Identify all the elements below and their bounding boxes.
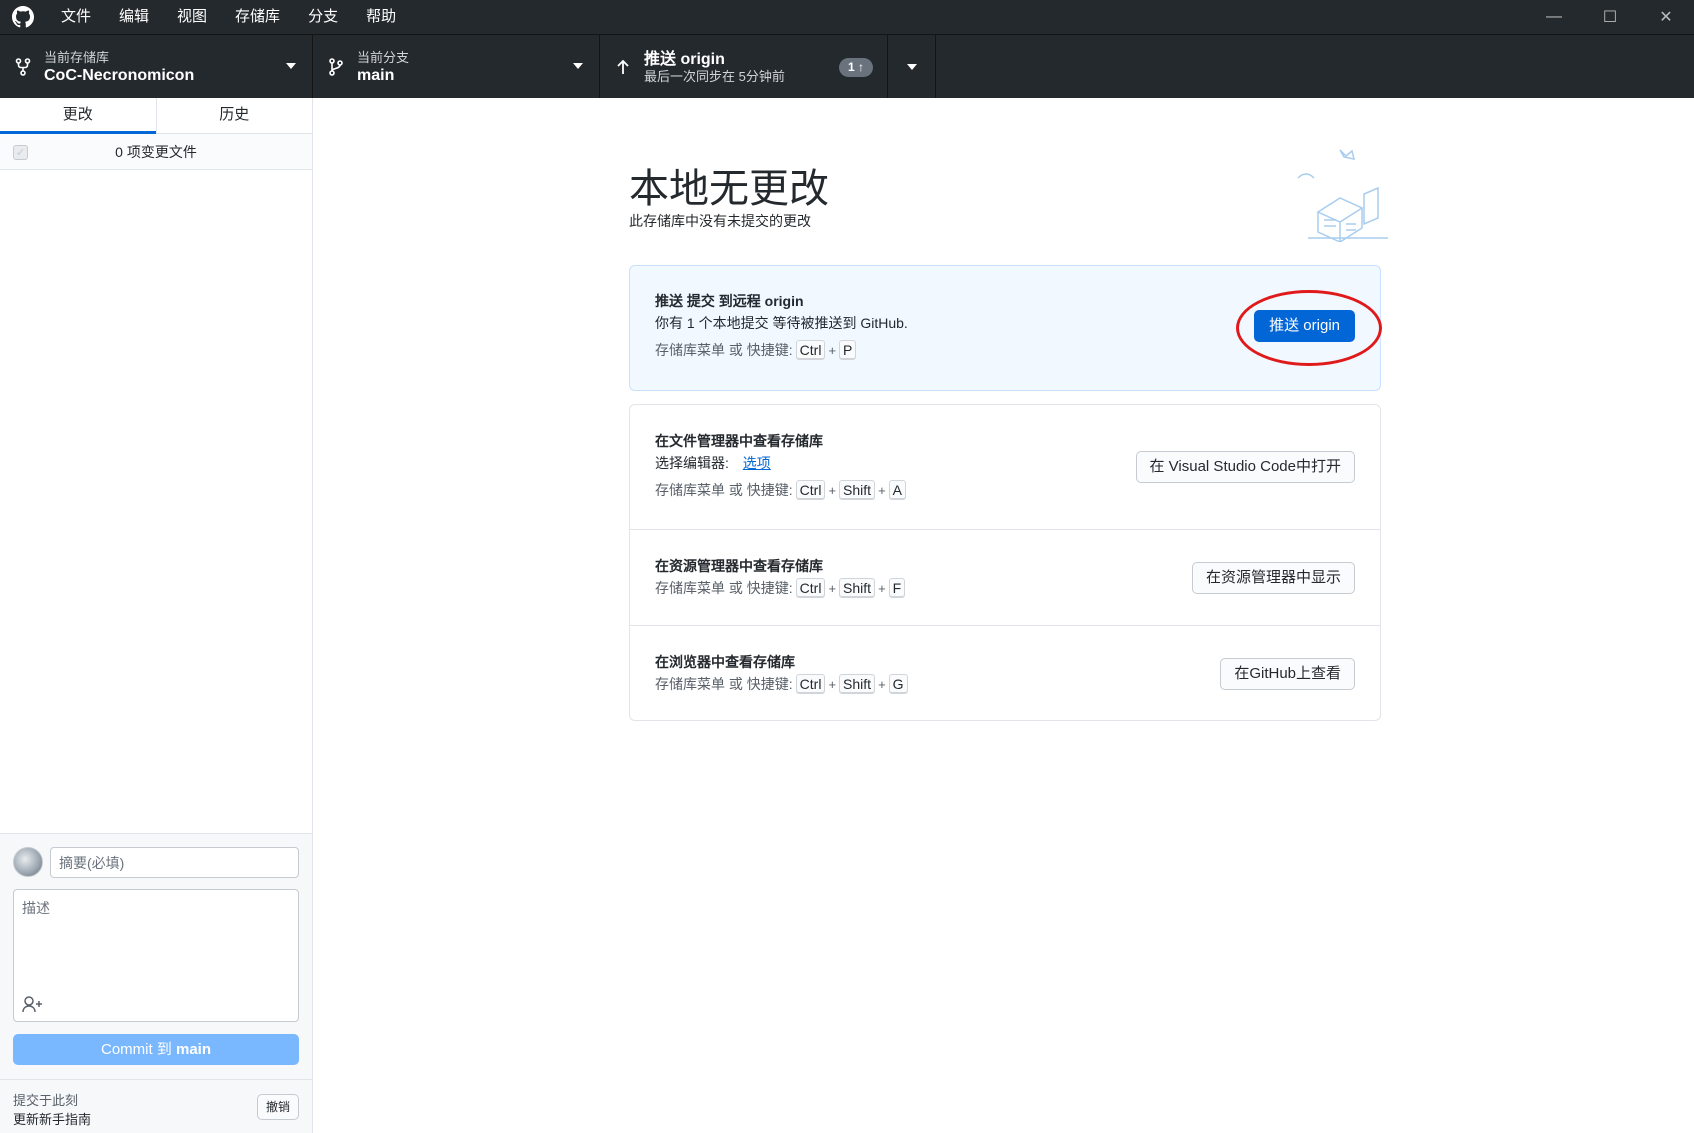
- menu-file[interactable]: 文件: [47, 0, 105, 34]
- open-in-vscode-button[interactable]: 在 Visual Studio Code中打开: [1135, 451, 1355, 483]
- description-placeholder: 描述: [22, 900, 50, 916]
- push-card-shortcut: 存储库菜单 或 快捷键: Ctrl + P: [655, 340, 859, 360]
- key-f: F: [888, 578, 906, 598]
- avatar: [13, 847, 43, 877]
- view-on-github-button[interactable]: 在GitHub上查看: [1220, 658, 1355, 690]
- current-branch-dropdown[interactable]: 当前分支 main: [313, 35, 600, 99]
- key-plus: +: [828, 676, 837, 692]
- main-panel: 本地无更改 此存储库中没有未提交的更改 推送 提交 到远程 origin 你有 …: [313, 98, 1694, 1133]
- push-more-dropdown[interactable]: [888, 35, 936, 99]
- repo-name: CoC-Necronomicon: [44, 66, 195, 84]
- explorer-row-title: 在资源管理器中查看存储库: [655, 558, 823, 574]
- push-card-title: 推送 提交 到远程 origin: [655, 293, 804, 309]
- current-repository-dropdown[interactable]: 当前存储库 CoC-Necronomicon: [0, 35, 313, 99]
- tab-history[interactable]: 历史: [155, 98, 313, 133]
- branch-icon: [327, 58, 345, 76]
- key-ctrl: Ctrl: [795, 578, 826, 598]
- show-in-explorer-button[interactable]: 在资源管理器中显示: [1191, 562, 1355, 594]
- branch-label: 当前分支: [357, 49, 410, 65]
- key-plus: +: [878, 676, 886, 692]
- push-origin-toolbar-button[interactable]: 推送 origin 最后一次同步在 5分钟前 1 ↑: [600, 35, 888, 99]
- shortcut-prefix: 存储库菜单 或 快捷键:: [655, 342, 793, 358]
- browser-row-title: 在浏览器中查看存储库: [655, 654, 795, 670]
- editor-desc-prefix: 选择编辑器:: [655, 455, 729, 471]
- add-coauthor-icon[interactable]: [22, 995, 44, 1013]
- commit-area: 描述 Commit 到 main: [0, 833, 312, 1079]
- key-g: G: [888, 674, 908, 694]
- key-plus: +: [828, 342, 837, 358]
- arrow-up-icon: [614, 59, 632, 75]
- editor-row-description: 选择编辑器: 选项: [655, 453, 771, 473]
- caret-down-icon: [286, 63, 296, 69]
- summary-input[interactable]: [50, 847, 299, 878]
- open-in-editor-row: 在文件管理器中查看存储库 选择编辑器: 选项 存储库菜单 或 快捷键: Ctrl…: [630, 405, 1380, 530]
- github-logo-icon: [11, 5, 35, 29]
- sidebar-tabs: 更改 历史: [0, 98, 312, 134]
- menu-branch[interactable]: 分支: [294, 0, 352, 34]
- changes-header: ✓ 0 项变更文件: [0, 134, 312, 170]
- ahead-count-badge: 1 ↑: [838, 58, 873, 77]
- tab-changes[interactable]: 更改: [0, 98, 156, 134]
- repo-label: 当前存储库: [44, 49, 110, 65]
- key-p: P: [839, 340, 857, 360]
- page-title: 本地无更改: [629, 167, 829, 211]
- key-shift: Shift: [839, 480, 876, 500]
- changed-files-count: 0 项变更文件: [115, 143, 197, 160]
- repo-icon: [14, 58, 32, 76]
- branch-name: main: [357, 66, 395, 84]
- key-plus: +: [878, 580, 886, 596]
- title-bar: 文件 编辑 视图 存储库 分支 帮助 — ☐ ✕: [0, 0, 1694, 34]
- menu-view[interactable]: 视图: [163, 0, 221, 34]
- caret-down-icon: [573, 63, 583, 69]
- commit-button-prefix: Commit 到: [100, 1041, 176, 1058]
- key-plus: +: [828, 482, 837, 498]
- undo-commit-area: 提交于此刻 更新新手指南 撤销: [0, 1079, 312, 1133]
- shortcut-prefix: 存储库菜单 或 快捷键:: [655, 482, 793, 498]
- maximize-button[interactable]: ☐: [1582, 0, 1638, 34]
- key-ctrl: Ctrl: [795, 340, 826, 360]
- key-shift: Shift: [839, 578, 876, 598]
- toolbar: 当前存储库 CoC-Necronomicon 当前分支 main 推送 orig…: [0, 34, 1694, 99]
- undo-button[interactable]: 撤销: [256, 1094, 299, 1120]
- push-origin-card: 推送 提交 到远程 origin 你有 1 个本地提交 等待被推送到 GitHu…: [629, 265, 1382, 391]
- commit-button-branch: main: [176, 1041, 212, 1058]
- sidebar: 更改 历史 ✓ 0 项变更文件 描述 Commit 到 main 提交于此刻 更…: [0, 98, 313, 1133]
- push-label: 推送 origin: [644, 50, 725, 68]
- last-sync-text: 最后一次同步在 5分钟前: [644, 68, 785, 84]
- commit-button[interactable]: Commit 到 main: [13, 1034, 299, 1065]
- show-in-explorer-row: 在资源管理器中查看存储库 存储库菜单 或 快捷键: Ctrl + Shift +…: [630, 530, 1380, 626]
- minimize-button[interactable]: —: [1526, 0, 1582, 34]
- menu-repository[interactable]: 存储库: [221, 0, 294, 34]
- page-subtitle: 此存储库中没有未提交的更改: [629, 213, 811, 229]
- editor-row-title: 在文件管理器中查看存储库: [655, 433, 823, 449]
- close-button[interactable]: ✕: [1638, 0, 1694, 34]
- browser-row-shortcut: 存储库菜单 或 快捷键: Ctrl + Shift + G: [655, 674, 911, 694]
- explorer-row-shortcut: 存储库菜单 或 快捷键: Ctrl + Shift + F: [655, 578, 908, 598]
- key-a: A: [888, 480, 906, 500]
- key-ctrl: Ctrl: [795, 674, 826, 694]
- highlight-annotation: [1236, 290, 1382, 366]
- empty-state-illustration-icon: [1288, 142, 1398, 244]
- committed-time-text: 提交于此刻: [13, 1093, 79, 1108]
- description-field[interactable]: 描述: [13, 889, 299, 1022]
- repository-actions-card: 在文件管理器中查看存储库 选择编辑器: 选项 存储库菜单 或 快捷键: Ctrl…: [629, 404, 1381, 721]
- push-card-description: 你有 1 个本地提交 等待被推送到 GitHub.: [655, 315, 908, 331]
- key-ctrl: Ctrl: [795, 480, 826, 500]
- menu-help[interactable]: 帮助: [352, 0, 410, 34]
- editor-options-link[interactable]: 选项: [743, 455, 771, 471]
- select-all-checkbox[interactable]: ✓: [13, 145, 28, 160]
- key-shift: Shift: [839, 674, 876, 694]
- last-commit-message: 更新新手指南: [13, 1112, 92, 1127]
- menu-edit[interactable]: 编辑: [105, 0, 163, 34]
- key-plus: +: [878, 482, 886, 498]
- shortcut-prefix: 存储库菜单 或 快捷键:: [655, 580, 793, 596]
- view-on-github-row: 在浏览器中查看存储库 存储库菜单 或 快捷键: Ctrl + Shift + G…: [630, 626, 1380, 720]
- editor-row-shortcut: 存储库菜单 或 快捷键: Ctrl + Shift + A: [655, 480, 909, 500]
- shortcut-prefix: 存储库菜单 或 快捷键:: [655, 676, 793, 692]
- key-plus: +: [828, 580, 837, 596]
- caret-down-icon: [906, 64, 917, 70]
